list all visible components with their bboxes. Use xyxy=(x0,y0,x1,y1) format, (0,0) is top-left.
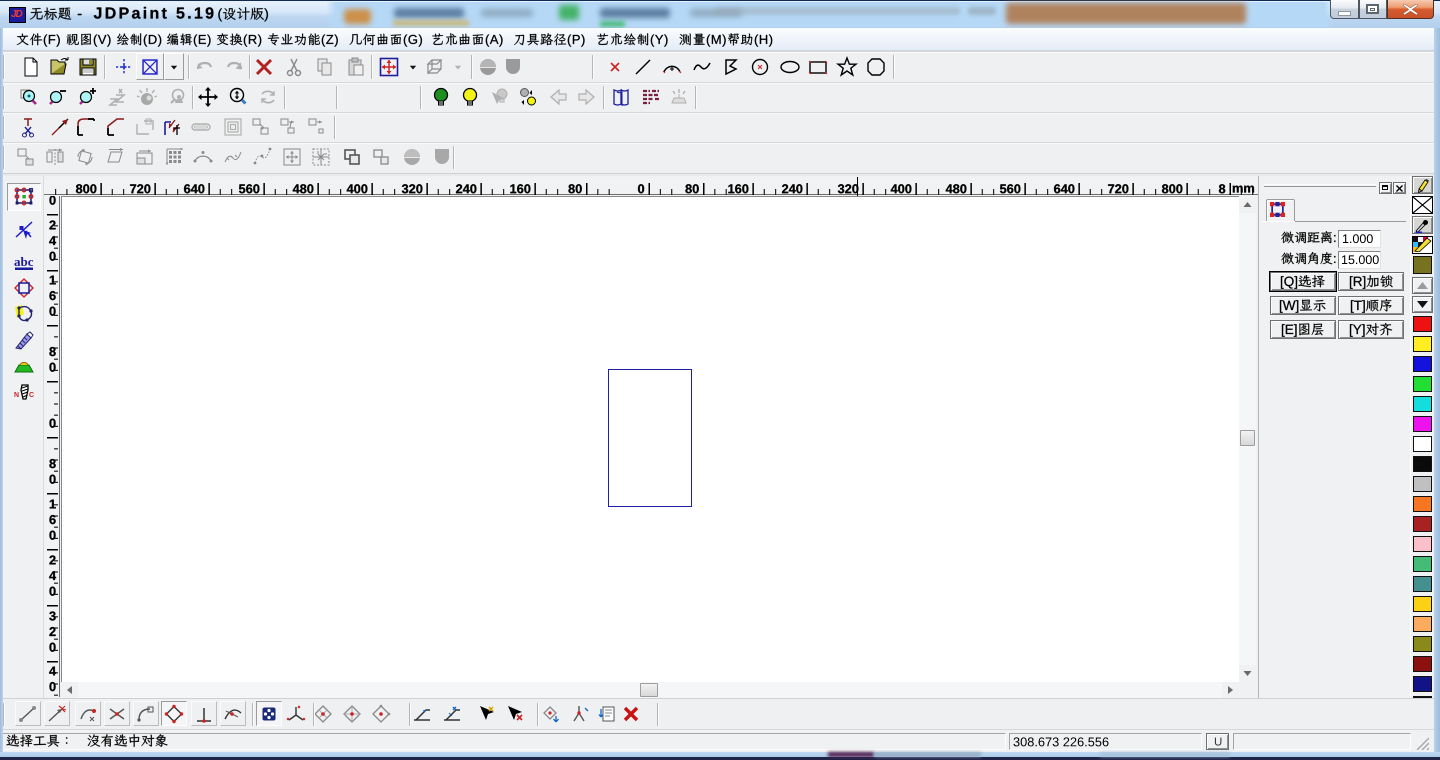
svg-text:abc: abc xyxy=(14,254,34,269)
svg-text:N: N xyxy=(14,392,19,399)
svg-text:C: C xyxy=(29,392,34,399)
